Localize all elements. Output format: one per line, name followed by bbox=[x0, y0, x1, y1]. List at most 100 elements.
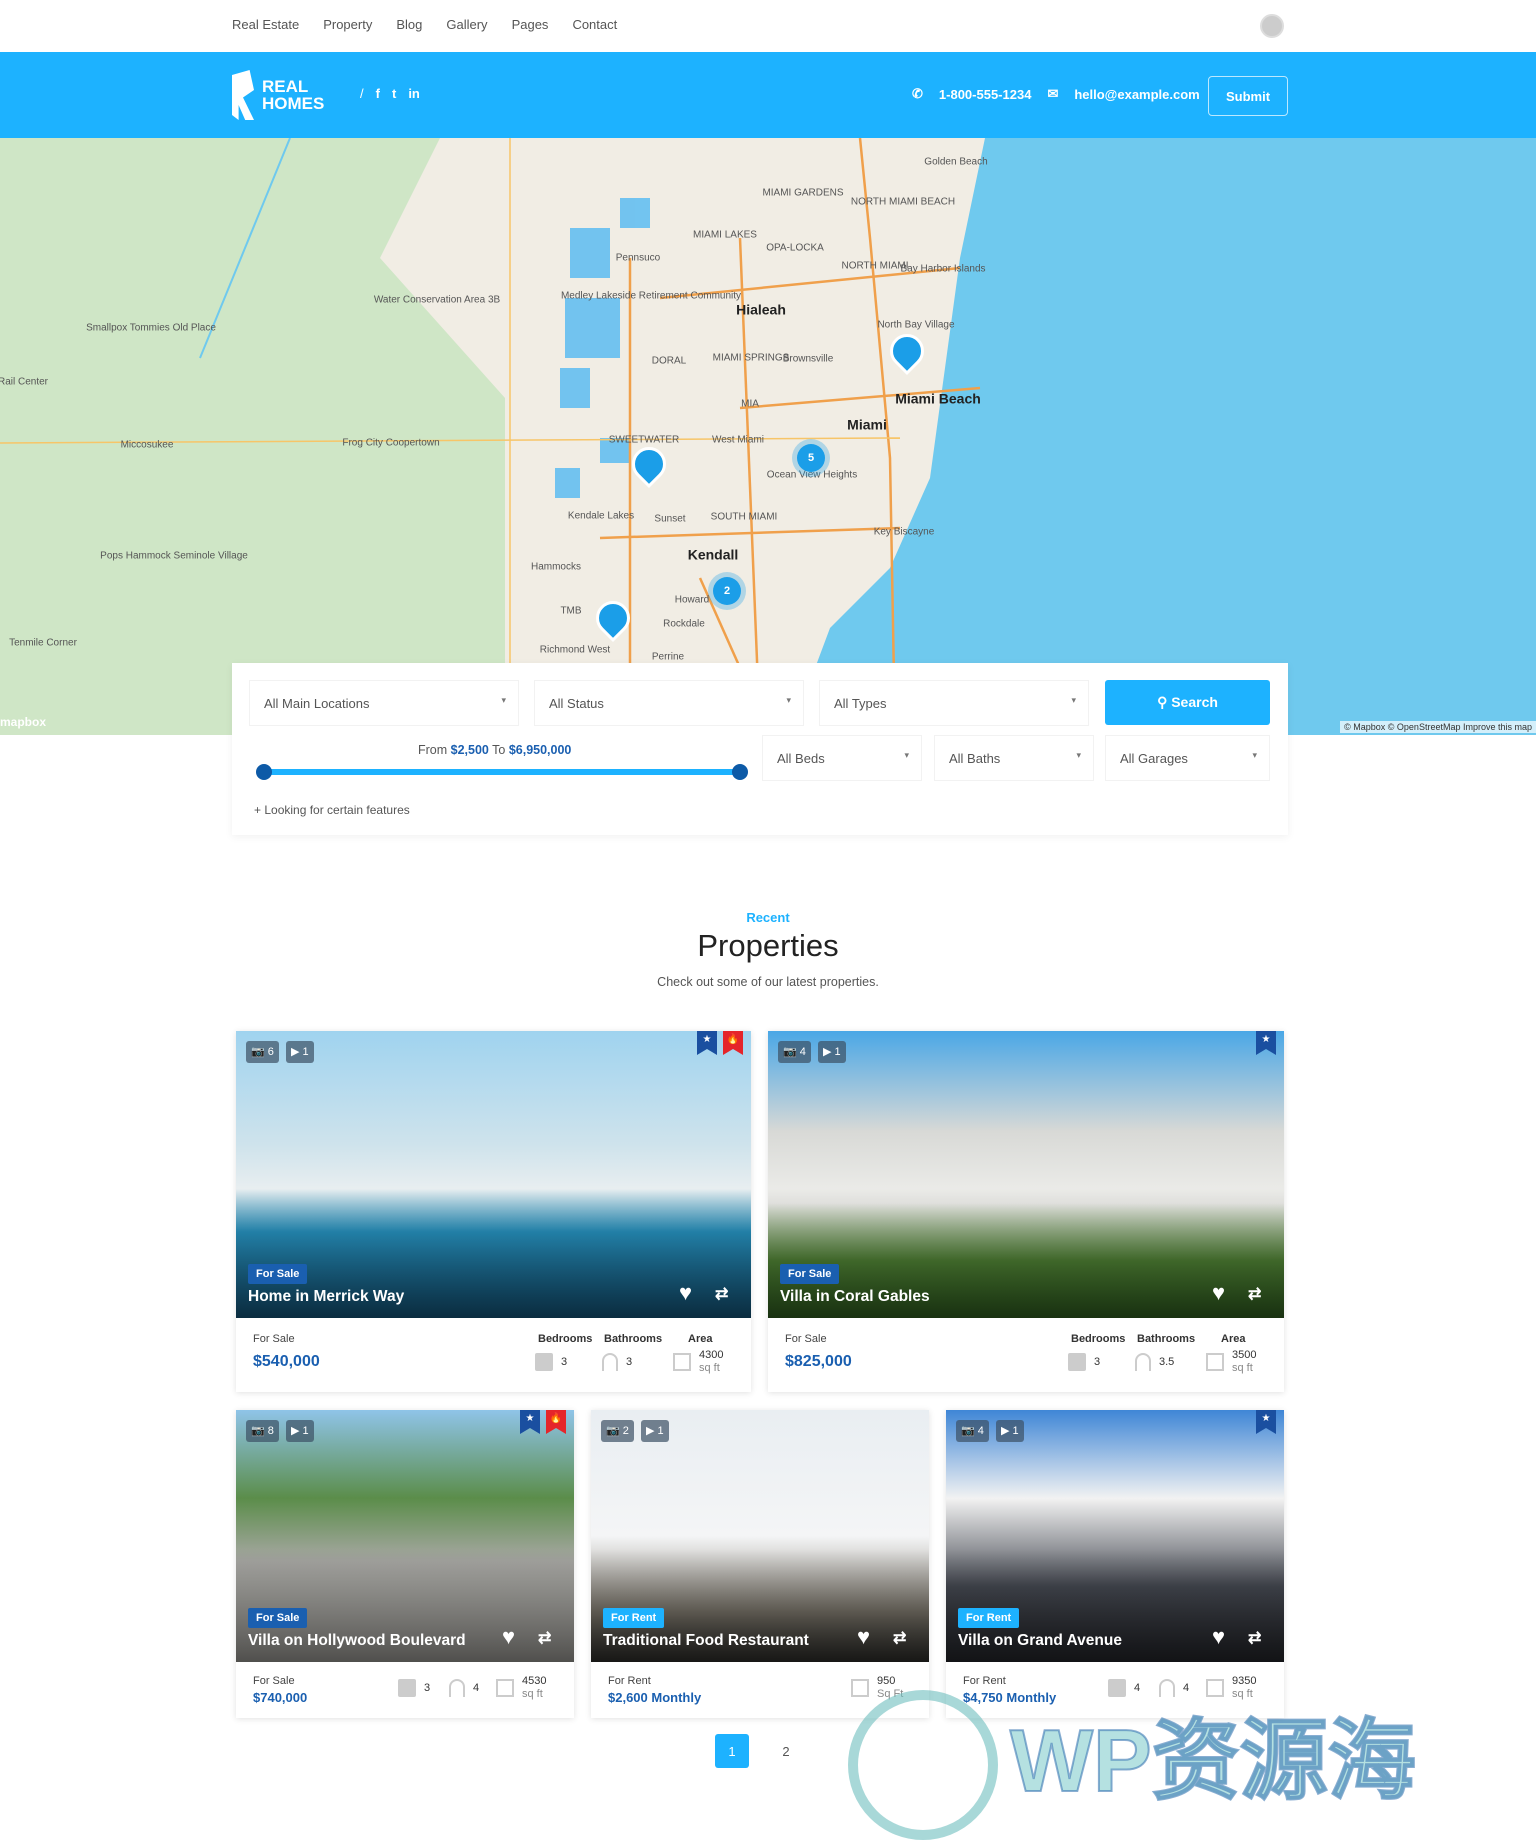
area-value: 9350 bbox=[1232, 1675, 1257, 1687]
features-toggle[interactable]: + Looking for certain features bbox=[254, 803, 410, 817]
hot-ribbon-icon: 🔥 bbox=[546, 1410, 566, 1434]
bedrooms: 3 bbox=[535, 1353, 567, 1371]
locations-select[interactable]: All Main Locations bbox=[249, 680, 519, 726]
nav-contact[interactable]: Contact bbox=[572, 17, 617, 32]
bedrooms-value: 3 bbox=[561, 1355, 568, 1368]
status-badge[interactable]: For Sale bbox=[248, 1608, 308, 1628]
map-label: Rockdale bbox=[663, 618, 705, 630]
nav-gallery[interactable]: Gallery bbox=[446, 17, 487, 32]
email-link[interactable]: hello@example.com bbox=[1074, 87, 1199, 102]
divider: / bbox=[360, 86, 364, 101]
property-price: $740,000 bbox=[253, 1690, 308, 1705]
map-label: DORAL bbox=[651, 355, 687, 367]
heart-icon[interactable]: ♥ bbox=[502, 1624, 515, 1650]
property-photo[interactable]: 📷 8 ▶ 1 🔥 ★ For Sale Villa on Hollywood B… bbox=[236, 1410, 574, 1662]
nav-pages[interactable]: Pages bbox=[512, 17, 549, 32]
twitter-icon[interactable]: t bbox=[392, 86, 396, 101]
map-cluster[interactable]: 5 bbox=[797, 444, 825, 472]
property-title[interactable]: Villa in Coral Gables bbox=[780, 1288, 930, 1306]
garages-select[interactable]: All Garages bbox=[1105, 735, 1270, 781]
property-photo[interactable]: 📷 6 ▶ 1 🔥 ★ For Sale Home in Merrick Way … bbox=[236, 1031, 751, 1318]
property-card[interactable]: 📷 6 ▶ 1 🔥 ★ For Sale Home in Merrick Way … bbox=[236, 1031, 751, 1392]
shower-icon bbox=[449, 1679, 465, 1697]
user-icon[interactable] bbox=[1260, 14, 1284, 38]
area-label: Area bbox=[1221, 1333, 1246, 1345]
mapbox-logo: mapbox bbox=[0, 715, 47, 729]
map-label: Smallpox Tommies Old Place bbox=[86, 322, 216, 334]
compare-icon[interactable]: ⇄ bbox=[538, 1628, 551, 1648]
bedrooms-label: Bedrooms bbox=[1071, 1333, 1126, 1345]
map-label: SWEETWATER bbox=[608, 434, 680, 446]
property-title[interactable]: Villa on Grand Avenue bbox=[958, 1632, 1122, 1650]
featured-ribbon-icon: ★ bbox=[520, 1410, 540, 1434]
range-max-handle[interactable] bbox=[732, 764, 748, 780]
phone-link[interactable]: 1-800-555-1234 bbox=[939, 87, 1032, 102]
compare-icon[interactable]: ⇄ bbox=[1248, 1628, 1261, 1648]
property-title[interactable]: Villa on Hollywood Boulevard bbox=[248, 1632, 466, 1650]
facebook-icon[interactable]: f bbox=[376, 86, 380, 101]
bathrooms-label: Bathrooms bbox=[604, 1333, 663, 1345]
property-card[interactable]: 📷 8 ▶ 1 🔥 ★ For Sale Villa on Hollywood B… bbox=[236, 1410, 574, 1718]
heart-icon[interactable]: ♥ bbox=[857, 1624, 870, 1650]
range-max: $6,950,000 bbox=[508, 743, 572, 757]
map-label: NORTH MIAMI BEACH bbox=[850, 196, 956, 208]
range-min-handle[interactable] bbox=[256, 764, 272, 780]
status-badge[interactable]: For Sale bbox=[780, 1264, 840, 1284]
nav-real-estate[interactable]: Real Estate bbox=[232, 17, 299, 32]
logo[interactable]: REAL HOMES bbox=[232, 70, 324, 120]
submit-button[interactable]: Submit bbox=[1208, 76, 1288, 116]
heart-icon[interactable]: ♥ bbox=[679, 1280, 692, 1306]
property-price: $825,000 bbox=[785, 1353, 852, 1370]
search-button[interactable]: ⚲ Search bbox=[1105, 680, 1270, 725]
heart-icon[interactable]: ♥ bbox=[1212, 1624, 1225, 1650]
bathrooms-value: 4 bbox=[473, 1681, 480, 1694]
map-cluster[interactable]: 2 bbox=[713, 577, 741, 605]
linkedin-icon[interactable]: in bbox=[408, 86, 420, 101]
map-label: SOUTH MIAMI bbox=[710, 511, 778, 523]
compare-icon[interactable]: ⇄ bbox=[715, 1284, 728, 1304]
page-1-button[interactable]: 1 bbox=[715, 1734, 749, 1768]
range-from-label: From bbox=[418, 743, 448, 757]
status-badge[interactable]: For Sale bbox=[248, 1264, 308, 1284]
heart-icon[interactable]: ♥ bbox=[1212, 1280, 1225, 1306]
property-card[interactable]: 📷 4 ▶ 1 ★ For Sale Villa in Coral Gables… bbox=[768, 1031, 1284, 1392]
photo-count-value: 6 bbox=[267, 1046, 274, 1058]
property-price: $540,000 bbox=[253, 1353, 320, 1370]
map-label: Key Biscayne bbox=[873, 526, 935, 538]
nav-blog[interactable]: Blog bbox=[396, 17, 422, 32]
map-label: MIAMI SPRINGS bbox=[712, 352, 790, 364]
featured-ribbon-icon: ★ bbox=[1256, 1031, 1276, 1055]
baths-select[interactable]: All Baths bbox=[934, 735, 1094, 781]
page-2-button[interactable]: 2 bbox=[769, 1734, 803, 1768]
status-select[interactable]: All Status bbox=[534, 680, 804, 726]
video-count-value: 1 bbox=[1012, 1425, 1019, 1437]
property-photo[interactable]: 📷 4 ▶ 1 ★ For Rent Villa on Grand Avenue… bbox=[946, 1410, 1284, 1662]
price-range-label: From $2,500 To $6,950,000 bbox=[418, 743, 571, 757]
area-icon bbox=[673, 1353, 691, 1371]
map-label: NORTH MIAMI bbox=[841, 260, 909, 272]
property-photo[interactable]: 📷 4 ▶ 1 ★ For Sale Villa in Coral Gables… bbox=[768, 1031, 1284, 1318]
watermark: WP资源海 bbox=[1009, 1710, 1417, 1811]
price-range-slider[interactable] bbox=[256, 764, 748, 780]
property-title[interactable]: Traditional Food Restaurant bbox=[603, 1632, 809, 1650]
compare-icon[interactable]: ⇄ bbox=[893, 1628, 906, 1648]
property-title[interactable]: Home in Merrick Way bbox=[248, 1288, 404, 1306]
map-label: Tenmile Corner bbox=[9, 637, 77, 649]
property-card[interactable]: 📷 2 ▶ 1 For Rent Traditional Food Restau… bbox=[591, 1410, 929, 1718]
types-select[interactable]: All Types bbox=[819, 680, 1089, 726]
mail-icon: ✉ bbox=[1047, 86, 1059, 101]
beds-select[interactable]: All Beds bbox=[762, 735, 922, 781]
property-photo[interactable]: 📷 2 ▶ 1 For Rent Traditional Food Restau… bbox=[591, 1410, 929, 1662]
map-label: Frog City Coopertown bbox=[342, 437, 440, 449]
property-price: $2,600 Monthly bbox=[608, 1690, 702, 1705]
status-badge[interactable]: For Rent bbox=[603, 1608, 665, 1628]
map-label: Water Conservation Area 3B bbox=[373, 294, 501, 306]
compare-icon[interactable]: ⇄ bbox=[1248, 1284, 1261, 1304]
featured-ribbon-icon: ★ bbox=[697, 1031, 717, 1055]
nav-property[interactable]: Property bbox=[323, 17, 372, 32]
map-attribution[interactable]: © Mapbox © OpenStreetMap Improve this ma… bbox=[1340, 721, 1536, 733]
map[interactable]: Golden Beach MIAMI GARDENS NORTH MIAMI BEA… bbox=[0, 138, 1536, 735]
status-badge[interactable]: For Rent bbox=[958, 1608, 1020, 1628]
property-card[interactable]: 📷 4 ▶ 1 ★ For Rent Villa on Grand Avenue… bbox=[946, 1410, 1284, 1718]
section-subtitle: Check out some of our latest properties. bbox=[657, 975, 879, 989]
